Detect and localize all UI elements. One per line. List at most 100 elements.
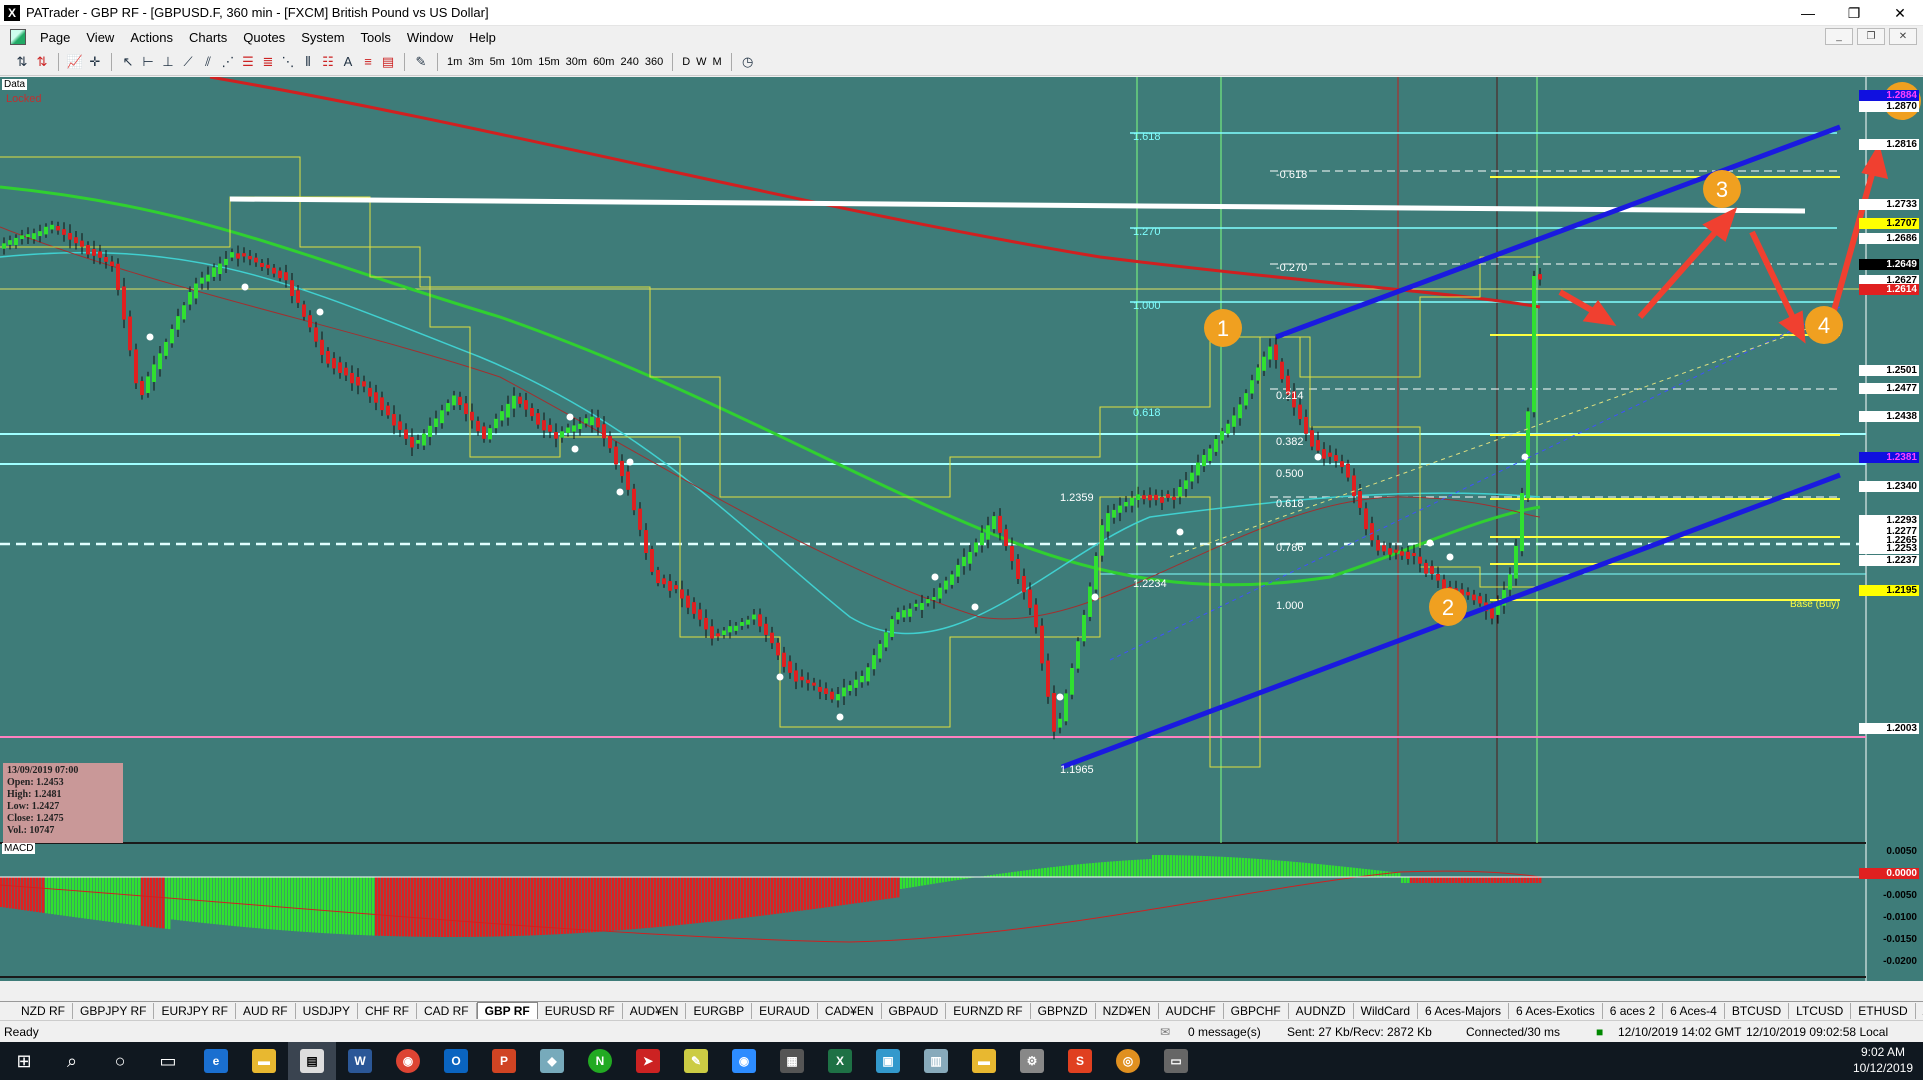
windows-start-icon[interactable]: ⊞ <box>0 1042 48 1080</box>
timeframe-m[interactable]: M <box>710 52 725 72</box>
outlook-icon[interactable]: O <box>432 1042 480 1080</box>
text-tool-icon[interactable]: A <box>338 52 358 72</box>
excel-icon[interactable]: X <box>816 1042 864 1080</box>
zoom-icon[interactable]: ◉ <box>720 1042 768 1080</box>
symbol-tab[interactable]: NZD¥EN <box>1096 1002 1159 1019</box>
symbol-tab[interactable]: GBP RF <box>476 1002 538 1019</box>
channel-icon[interactable]: ⫽ <box>198 52 218 72</box>
menu-system[interactable]: System <box>293 30 352 45</box>
vertical-line-icon[interactable]: ⊥ <box>158 52 178 72</box>
levels-icon[interactable]: ≡ <box>358 52 378 72</box>
menu-help[interactable]: Help <box>461 30 504 45</box>
powerpoint-icon[interactable]: P <box>480 1042 528 1080</box>
symbol-tab[interactable]: AUDNZD <box>1289 1002 1354 1019</box>
menu-page[interactable]: Page <box>32 30 78 45</box>
app-icon[interactable]: ◎ <box>1104 1042 1152 1080</box>
timeframe-w[interactable]: W <box>693 52 709 72</box>
timeframe-1m[interactable]: 1m <box>444 52 465 72</box>
task-view-icon[interactable]: ▭ <box>144 1042 192 1080</box>
chart-canvas[interactable]: 12345 1.618 1.270 1.000 0.618 -0.618 -0.… <box>0 77 1923 981</box>
symbol-tab[interactable]: CAD RF <box>417 1002 477 1019</box>
symbol-tab[interactable]: 6 Aces-Majors <box>1418 1002 1510 1019</box>
symbol-tab[interactable]: ETHUSD <box>1851 1002 1916 1019</box>
menu-charts[interactable]: Charts <box>181 30 235 45</box>
crosshair-icon[interactable]: ✛ <box>85 52 105 72</box>
symbol-tab[interactable]: AUD RF <box>236 1002 296 1019</box>
cortana-icon[interactable]: ○ <box>96 1042 144 1080</box>
symbol-tab[interactable]: GBPNZD <box>1031 1002 1096 1019</box>
symbol-tab[interactable]: 6 Aces-4 <box>1663 1002 1725 1019</box>
symbol-tab[interactable]: USDJPY <box>296 1002 358 1019</box>
indicator-icon[interactable]: 📈 <box>65 52 85 72</box>
app-icon[interactable]: ▬ <box>960 1042 1008 1080</box>
trend-line-icon[interactable]: ⟋ <box>178 52 198 72</box>
draw-pen-icon[interactable]: ✎ <box>411 52 431 72</box>
system-clock[interactable]: 9:02 AM 10/12/2019 <box>1853 1044 1913 1076</box>
menu-tools[interactable]: Tools <box>353 30 399 45</box>
clock-icon[interactable]: ◷ <box>738 52 758 72</box>
restore-button[interactable]: ❐ <box>1831 0 1877 26</box>
price-chart[interactable]: 12345 1.618 1.270 1.000 0.618 -0.618 -0.… <box>0 77 1923 981</box>
symbol-tab[interactable]: Apple <box>1916 1003 1923 1019</box>
timeframe-240[interactable]: 240 <box>617 52 641 72</box>
symbol-tab[interactable]: AUD¥EN <box>623 1002 687 1019</box>
chrome-icon[interactable]: ◉ <box>384 1042 432 1080</box>
close-button[interactable]: ✕ <box>1877 0 1923 26</box>
fib-retracement-icon[interactable]: ☰ <box>238 52 258 72</box>
timeframe-d[interactable]: D <box>679 52 693 72</box>
horizontal-line-icon[interactable]: ⊢ <box>138 52 158 72</box>
symbol-tab[interactable]: WildCard <box>1354 1002 1419 1019</box>
app-icon[interactable]: ◆ <box>528 1042 576 1080</box>
symbol-tab[interactable]: EURNZD RF <box>946 1002 1031 1019</box>
symbol-tab[interactable]: GBPJPY RF <box>73 1002 155 1019</box>
app-icon[interactable]: ⚙ <box>1008 1042 1056 1080</box>
app-icon[interactable]: ➤ <box>624 1042 672 1080</box>
symbol-tab[interactable]: 6 aces 2 <box>1603 1002 1664 1019</box>
symbol-tab[interactable]: GBPCHF <box>1224 1002 1289 1019</box>
word-icon[interactable]: W <box>336 1042 384 1080</box>
app-icon[interactable]: ✎ <box>672 1042 720 1080</box>
chart-menu-icon[interactable] <box>10 29 26 45</box>
symbol-tab[interactable]: EURAUD <box>752 1002 818 1019</box>
explorer-icon[interactable]: ▬ <box>240 1042 288 1080</box>
symbol-tab[interactable]: GBPAUD <box>882 1002 947 1019</box>
app-icon[interactable]: S <box>1056 1042 1104 1080</box>
timeframe-30m[interactable]: 30m <box>563 52 590 72</box>
gann-fan-icon[interactable]: ⋱ <box>278 52 298 72</box>
patrader-taskbar-icon[interactable]: ▤ <box>288 1042 336 1080</box>
edge-icon[interactable]: e <box>192 1042 240 1080</box>
timeframe-10m[interactable]: 10m <box>508 52 535 72</box>
symbol-tab[interactable]: 6 Aces-Exotics <box>1509 1002 1603 1019</box>
message-icon[interactable]: ✉ <box>1160 1025 1170 1039</box>
data-tag[interactable]: Data <box>2 79 28 90</box>
timeframe-15m[interactable]: 15m <box>535 52 562 72</box>
symbol-tab[interactable]: EURUSD RF <box>538 1002 623 1019</box>
symbol-tab[interactable]: CHF RF <box>358 1002 417 1019</box>
fib-fan-icon[interactable]: ⋰ <box>218 52 238 72</box>
symbol-tab[interactable]: LTCUSD <box>1789 1002 1852 1019</box>
pointer-icon[interactable]: ↖ <box>118 52 138 72</box>
app-icon[interactable]: N <box>576 1042 624 1080</box>
symbol-tab[interactable]: EURGBP <box>686 1002 753 1019</box>
menu-actions[interactable]: Actions <box>122 30 181 45</box>
app-icon[interactable]: ▭ <box>1152 1042 1200 1080</box>
symbol-tab[interactable]: EURJPY RF <box>154 1002 236 1019</box>
range-icon[interactable]: ▤ <box>378 52 398 72</box>
mdi-close-button[interactable]: ✕ <box>1889 28 1917 45</box>
pivot-icon[interactable]: ☷ <box>318 52 338 72</box>
symbol-tab[interactable]: BTCUSD <box>1725 1002 1790 1019</box>
macd-tag[interactable]: MACD <box>2 843 36 854</box>
menu-quotes[interactable]: Quotes <box>235 30 293 45</box>
symbol-tab[interactable]: CAD¥EN <box>818 1002 882 1019</box>
symbol-tab[interactable]: AUDCHF <box>1159 1002 1224 1019</box>
mdi-minimize-button[interactable]: _ <box>1825 28 1853 45</box>
minimize-button[interactable]: — <box>1785 0 1831 26</box>
timeframe-60m[interactable]: 60m <box>590 52 617 72</box>
search-icon[interactable]: ⌕ <box>48 1042 96 1080</box>
buy-order-icon[interactable]: ⇅ <box>12 52 32 72</box>
app-icon[interactable]: ▥ <box>912 1042 960 1080</box>
menu-window[interactable]: Window <box>399 30 461 45</box>
sell-order-icon[interactable]: ⇅ <box>32 52 52 72</box>
symbol-tab[interactable]: NZD RF <box>14 1002 73 1019</box>
app-icon[interactable]: ▣ <box>864 1042 912 1080</box>
